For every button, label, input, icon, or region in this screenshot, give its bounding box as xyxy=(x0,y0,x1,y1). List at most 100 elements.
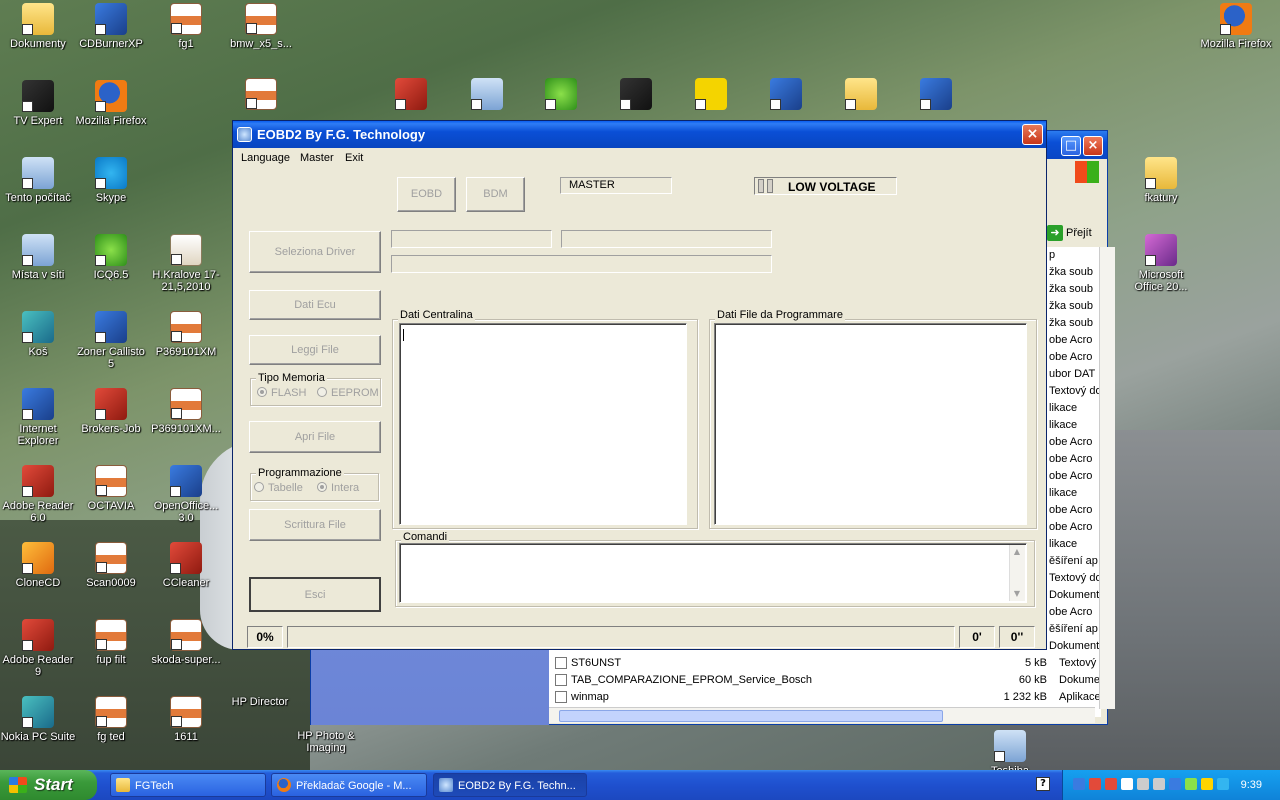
desktop-icon[interactable]: Dokumenty xyxy=(0,3,76,50)
task-google-translate[interactable]: Překladač Google - M... xyxy=(271,773,427,797)
explorer-vertical-scrollbar[interactable] xyxy=(1099,247,1115,709)
desktop-icon[interactable]: ICQ6.5 xyxy=(73,234,149,281)
explorer-go-button[interactable]: ➜ Přejít xyxy=(1047,223,1107,243)
desktop-icon[interactable]: fkatury xyxy=(1123,157,1199,204)
desktop-icon[interactable]: skoda-super... xyxy=(148,619,224,666)
menu-exit[interactable]: Exit xyxy=(345,148,363,168)
file-type-cell: ěšíření ap xyxy=(1049,623,1098,635)
desktop-icon[interactable]: fup filt xyxy=(73,619,149,666)
apri-file-button[interactable]: Apri File xyxy=(249,421,381,453)
icq-tray-icon[interactable] xyxy=(1185,778,1197,790)
desktop-icon[interactable] xyxy=(373,78,449,113)
menu-language[interactable]: Language xyxy=(241,148,290,168)
app-titlebar[interactable]: EOBD2 By F.G. Technology xyxy=(233,121,1046,148)
explorer-maximize-button[interactable]: □ xyxy=(1061,136,1081,156)
comandi-textarea[interactable]: ▲ ▼ xyxy=(399,543,1027,603)
eeprom-radio[interactable]: EEPROM xyxy=(317,387,379,399)
desktop-icon[interactable]: HP Director xyxy=(222,696,298,708)
desktop-icon[interactable]: Zoner Callisto 5 xyxy=(73,311,149,370)
desktop-icon[interactable]: TV Expert xyxy=(0,80,76,127)
desktop-icon[interactable]: Brokers-Job xyxy=(73,388,149,435)
dati-centralina-textarea[interactable] xyxy=(399,323,687,525)
file-row[interactable]: ST6UNST xyxy=(555,655,935,672)
scrittura-file-button[interactable]: Scrittura File xyxy=(249,509,381,541)
desktop-icon[interactable] xyxy=(673,78,749,113)
menu-master[interactable]: Master xyxy=(300,148,334,168)
desktop-icon[interactable]: Mozilla Firefox xyxy=(73,80,149,127)
desktop-icon[interactable]: P369101XM xyxy=(148,311,224,358)
desktop-icon[interactable] xyxy=(823,78,899,113)
desktop-icon[interactable] xyxy=(523,78,599,113)
desktop-icon[interactable]: Scan0009 xyxy=(73,542,149,589)
document-icon xyxy=(245,3,277,35)
desktop-icon[interactable]: P369101XM... xyxy=(148,388,224,435)
app-close-button[interactable]: × xyxy=(1022,124,1043,145)
desktop-icon[interactable]: Skype xyxy=(73,157,149,204)
speaker-icon[interactable] xyxy=(1153,778,1165,790)
desktop-icon[interactable]: Internet Explorer xyxy=(0,388,76,447)
bdm-button[interactable]: BDM xyxy=(466,177,525,212)
desktop-icon[interactable]: Nokia PC Suite xyxy=(0,696,76,743)
scroll-thumb[interactable] xyxy=(559,710,943,722)
desktop-icon-label: Internet Explorer xyxy=(17,423,59,447)
file-name: ST6UNST xyxy=(571,657,622,669)
desktop-icon[interactable]: fg ted xyxy=(73,696,149,743)
start-label: Start xyxy=(34,775,73,794)
skype-tray-icon[interactable] xyxy=(1217,778,1229,790)
seleziona-driver-button[interactable]: Seleziona Driver xyxy=(249,231,381,273)
desktop-icon[interactable]: 1611 xyxy=(148,696,224,743)
desktop-icon[interactable]: Adobe Reader 6.0 xyxy=(0,465,76,524)
desktop-icon[interactable]: OCTAVIA xyxy=(73,465,149,512)
eobd-button[interactable]: EOBD xyxy=(397,177,456,212)
desktop-icon[interactable]: CloneCD xyxy=(0,542,76,589)
scroll-up-icon[interactable]: ▲ xyxy=(1012,547,1022,557)
desktop-icon[interactable]: bmw_x5_s... xyxy=(223,3,299,50)
intera-radio[interactable]: Intera xyxy=(317,482,359,494)
leggi-file-button[interactable]: Leggi File xyxy=(249,335,381,365)
start-button[interactable]: Start xyxy=(0,770,97,800)
help-icon[interactable]: ? xyxy=(1036,777,1050,791)
desktop-icon[interactable]: HP Photo & Imaging xyxy=(288,730,364,754)
flash-radio[interactable]: FLASH xyxy=(257,387,306,399)
desktop-icon[interactable] xyxy=(748,78,824,113)
file-row[interactable]: TAB_COMPARAZIONE_EPROM_Service_Bosch xyxy=(555,672,935,689)
desktop-icon[interactable] xyxy=(898,78,974,113)
desktop-icon[interactable]: fg1 xyxy=(148,3,224,50)
file-row[interactable]: winmap xyxy=(555,689,935,706)
desktop-icon[interactable]: Mozilla Firefox xyxy=(1198,3,1274,50)
task-eobd2[interactable]: EOBD2 By F.G. Techn... xyxy=(433,773,587,797)
desktop-icon-label: Mozilla Firefox xyxy=(1200,38,1272,50)
desktop-icon[interactable]: Adobe Reader 9 xyxy=(0,619,76,678)
shield-icon[interactable] xyxy=(1105,778,1117,790)
explorer-close-button[interactable]: × xyxy=(1083,136,1103,156)
desktop-icon[interactable]: Koš xyxy=(0,311,76,358)
network-icon[interactable] xyxy=(1073,778,1085,790)
desktop-icon[interactable]: H.Kralove 17-21,5,2010 xyxy=(148,234,224,293)
desktop-icon[interactable]: CDBurnerXP xyxy=(73,3,149,50)
messenger-icon[interactable] xyxy=(1201,778,1213,790)
esci-button[interactable]: Esci xyxy=(249,577,381,612)
device-icon[interactable] xyxy=(1121,778,1133,790)
desktop-icon[interactable] xyxy=(449,78,525,113)
desktop-icon[interactable]: Microsoft Office 20... xyxy=(1123,234,1199,293)
eobd2-window[interactable]: EOBD2 By F.G. Technology × Language Mast… xyxy=(232,120,1047,650)
desktop-icon[interactable] xyxy=(598,78,674,113)
task-fgtech[interactable]: FGTech xyxy=(110,773,266,797)
file-type-cell: Textový do xyxy=(1049,572,1101,584)
file-type-cell: p xyxy=(1049,249,1056,261)
tabelle-radio[interactable]: Tabelle xyxy=(254,482,303,494)
dati-file-textarea[interactable] xyxy=(714,323,1027,525)
desktop-icon[interactable]: CCleaner xyxy=(148,542,224,589)
comandi-scrollbar[interactable]: ▲ ▼ xyxy=(1009,545,1025,601)
desktop-icon[interactable]: OpenOffice... 3.0 xyxy=(148,465,224,524)
dati-ecu-button[interactable]: Dati Ecu xyxy=(249,290,381,320)
desktop-icon[interactable]: Tento počítač xyxy=(0,157,76,204)
desktop-icon[interactable] xyxy=(223,78,299,113)
explorer-horizontal-scrollbar[interactable] xyxy=(549,707,1095,723)
scroll-down-icon[interactable]: ▼ xyxy=(1012,589,1022,599)
antivirus-icon[interactable] xyxy=(1089,778,1101,790)
desktop-icon-label: P369101XM... xyxy=(151,423,221,435)
usb-icon[interactable] xyxy=(1137,778,1149,790)
battery-icon[interactable] xyxy=(1169,778,1181,790)
desktop-icon[interactable]: Místa v síti xyxy=(0,234,76,281)
